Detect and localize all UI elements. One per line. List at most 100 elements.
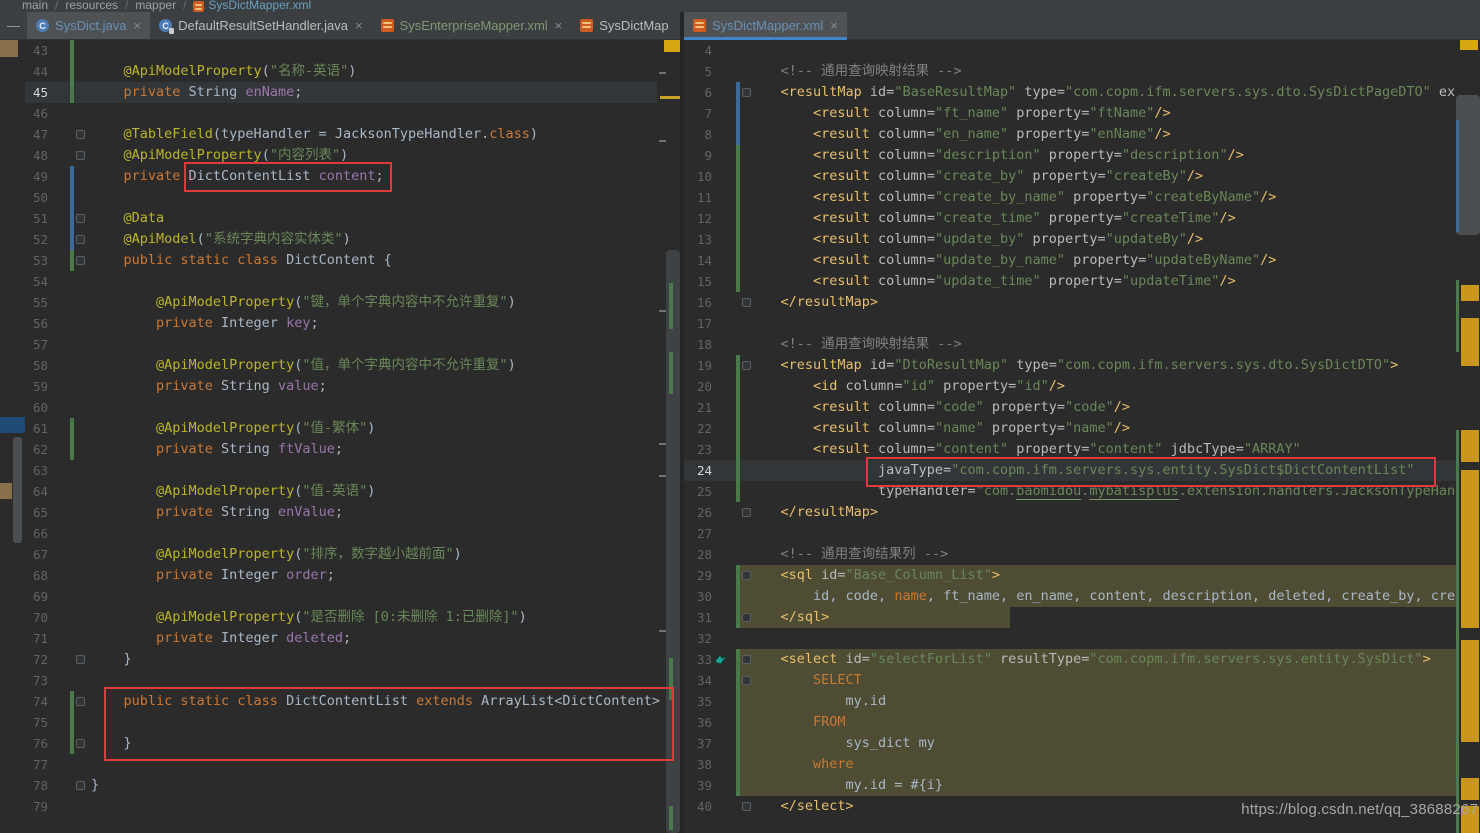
code-line[interactable]: 43 bbox=[25, 40, 657, 61]
scrollbar-thumb[interactable] bbox=[1456, 95, 1480, 235]
fold-icon[interactable] bbox=[742, 298, 751, 307]
fold-icon[interactable] bbox=[76, 697, 85, 706]
code-line[interactable]: 8 <result column="en_name" property="enN… bbox=[684, 124, 1456, 145]
tab-sysdict-java[interactable]: C SysDict.java × bbox=[27, 12, 150, 39]
tab-sysenterprisemapper-xml[interactable]: SysEnterpriseMapper.xml × bbox=[372, 12, 572, 39]
breadcrumb-item-resources[interactable]: resources bbox=[65, 0, 118, 12]
code-line[interactable]: 57 bbox=[25, 334, 657, 355]
code-line[interactable]: 58 @ApiModelProperty("值，单个字典内容中不允许重复") bbox=[25, 355, 657, 376]
fold-icon[interactable] bbox=[742, 571, 751, 580]
code-line[interactable]: 38 where bbox=[684, 754, 1456, 775]
fold-icon[interactable] bbox=[76, 130, 85, 139]
code-line[interactable]: 47 @TableField(typeHandler = JacksonType… bbox=[25, 124, 657, 145]
stripe-mark[interactable] bbox=[1461, 640, 1479, 742]
close-icon[interactable]: × bbox=[134, 18, 142, 33]
fold-icon[interactable] bbox=[742, 802, 751, 811]
fold-icon[interactable] bbox=[742, 508, 751, 517]
code-line[interactable]: 61 @ApiModelProperty("值-繁体") bbox=[25, 418, 657, 439]
code-line[interactable]: 16 </resultMap> bbox=[684, 292, 1456, 313]
code-line[interactable]: 54 bbox=[25, 271, 657, 292]
code-line[interactable]: 33 <select id="selectForList" resultType… bbox=[684, 649, 1456, 670]
code-line[interactable]: 69 bbox=[25, 586, 657, 607]
breadcrumb-item-mapper[interactable]: mapper bbox=[135, 0, 176, 12]
stripe-mark[interactable] bbox=[0, 483, 12, 499]
hide-tabs-icon[interactable]: — bbox=[0, 12, 27, 39]
code-line[interactable]: 53 public static class DictContent { bbox=[25, 250, 657, 271]
close-icon[interactable]: × bbox=[555, 18, 563, 33]
code-line[interactable]: 79 bbox=[25, 796, 657, 817]
fold-icon[interactable] bbox=[76, 256, 85, 265]
tab-sysdictmapper-xml[interactable]: SysDictMapper.xml × bbox=[684, 12, 847, 39]
code-line[interactable]: 28 <!-- 通用查询结果列 --> bbox=[684, 544, 1456, 565]
breadcrumb-item-main[interactable]: main bbox=[22, 0, 48, 12]
code-line[interactable]: 63 bbox=[25, 460, 657, 481]
code-line[interactable]: 29 <sql id="Base_Column_List"> bbox=[684, 565, 1456, 586]
code-line[interactable]: 36 FROM bbox=[684, 712, 1456, 733]
code-line[interactable]: 31 </sql> bbox=[684, 607, 1456, 628]
code-line[interactable]: 78} bbox=[25, 775, 657, 796]
code-line[interactable]: 66 bbox=[25, 523, 657, 544]
tab-defaultresultsethandler-java[interactable]: C DefaultResultSetHandler.java × bbox=[150, 12, 371, 39]
code-line[interactable]: 5 <!-- 通用查询映射结果 --> bbox=[684, 61, 1456, 82]
stripe-mark[interactable] bbox=[660, 96, 680, 99]
code-line[interactable]: 26 </resultMap> bbox=[684, 502, 1456, 523]
code-line[interactable]: 67 @ApiModelProperty("排序，数字越小越前面") bbox=[25, 544, 657, 565]
stripe-mark[interactable] bbox=[0, 40, 18, 57]
stripe-mark[interactable] bbox=[1461, 470, 1479, 628]
fold-icon[interactable] bbox=[76, 739, 85, 748]
code-line[interactable]: 17 bbox=[684, 313, 1456, 334]
code-line[interactable]: 68 private Integer order; bbox=[25, 565, 657, 586]
stripe-mark[interactable] bbox=[664, 40, 680, 52]
close-icon[interactable]: × bbox=[830, 18, 838, 33]
stripe-mark[interactable] bbox=[1461, 430, 1479, 462]
code-line[interactable]: 51 @Data bbox=[25, 208, 657, 229]
code-line[interactable]: 19 <resultMap id="DtoResultMap" type="co… bbox=[684, 355, 1456, 376]
code-line[interactable]: 72 } bbox=[25, 649, 657, 670]
code-line[interactable]: 20 <id column="id" property="id"/> bbox=[684, 376, 1456, 397]
code-line[interactable]: 55 @ApiModelProperty("键，单个字典内容中不允许重复") bbox=[25, 292, 657, 313]
code-line[interactable]: 15 <result column="update_time" property… bbox=[684, 271, 1456, 292]
fold-icon[interactable] bbox=[742, 88, 751, 97]
stripe-mark[interactable] bbox=[1461, 318, 1479, 366]
breadcrumb-item-file[interactable]: SysDictMapper.xml bbox=[193, 0, 311, 12]
fold-icon[interactable] bbox=[742, 676, 751, 685]
code-line[interactable]: 37 sys_dict my bbox=[684, 733, 1456, 754]
code-line[interactable]: 65 private String enValue; bbox=[25, 502, 657, 523]
code-line[interactable]: 34 SELECT bbox=[684, 670, 1456, 691]
code-line[interactable]: 59 private String value; bbox=[25, 376, 657, 397]
code-line[interactable]: 32 bbox=[684, 628, 1456, 649]
mybatis-bird-icon[interactable] bbox=[714, 652, 728, 670]
fold-icon[interactable] bbox=[76, 151, 85, 160]
code-line[interactable]: 64 @ApiModelProperty("值-英语") bbox=[25, 481, 657, 502]
fold-icon[interactable] bbox=[76, 214, 85, 223]
fold-icon[interactable] bbox=[742, 613, 751, 622]
fold-icon[interactable] bbox=[76, 235, 85, 244]
code-line[interactable]: 46 bbox=[25, 103, 657, 124]
stripe-mark[interactable] bbox=[1460, 40, 1478, 50]
code-line[interactable]: 62 private String ftValue; bbox=[25, 439, 657, 460]
code-line[interactable]: 27 bbox=[684, 523, 1456, 544]
code-line[interactable]: 6 <resultMap id="BaseResultMap" type="co… bbox=[684, 82, 1456, 103]
stripe-mark[interactable] bbox=[1461, 778, 1479, 800]
stripe-mark[interactable] bbox=[1461, 285, 1479, 301]
code-line[interactable]: 35 my.id bbox=[684, 691, 1456, 712]
code-line[interactable]: 52 @ApiModel("系统字典内容实体类") bbox=[25, 229, 657, 250]
code-line[interactable]: 45 private String enName; bbox=[25, 82, 657, 103]
code-line[interactable]: 9 <result column="description" property=… bbox=[684, 145, 1456, 166]
code-line[interactable]: 22 <result column="name" property="name"… bbox=[684, 418, 1456, 439]
editor-right-xml[interactable]: 45 <!-- 通用查询映射结果 -->6 <resultMap id="Bas… bbox=[684, 40, 1456, 833]
fold-icon[interactable] bbox=[76, 655, 85, 664]
tab-sysdictmap-truncated[interactable]: SysDictMap bbox=[571, 12, 677, 39]
fold-icon[interactable] bbox=[742, 361, 751, 370]
code-line[interactable]: 10 <result column="create_by" property="… bbox=[684, 166, 1456, 187]
code-line[interactable]: 21 <result column="code" property="code"… bbox=[684, 397, 1456, 418]
code-line[interactable]: 14 <result column="update_by_name" prope… bbox=[684, 250, 1456, 271]
code-line[interactable]: 44 @ApiModelProperty("名称-英语") bbox=[25, 61, 657, 82]
code-line[interactable]: 18 <!-- 通用查询映射结果 --> bbox=[684, 334, 1456, 355]
code-line[interactable]: 39 my.id = #{i} bbox=[684, 775, 1456, 796]
close-icon[interactable]: × bbox=[355, 18, 363, 33]
code-line[interactable]: 13 <result column="update_by" property="… bbox=[684, 229, 1456, 250]
code-line[interactable]: 60 bbox=[25, 397, 657, 418]
code-line[interactable]: 70 @ApiModelProperty("是否删除 [0:未删除 1:已删除]… bbox=[25, 607, 657, 628]
fold-icon[interactable] bbox=[76, 781, 85, 790]
